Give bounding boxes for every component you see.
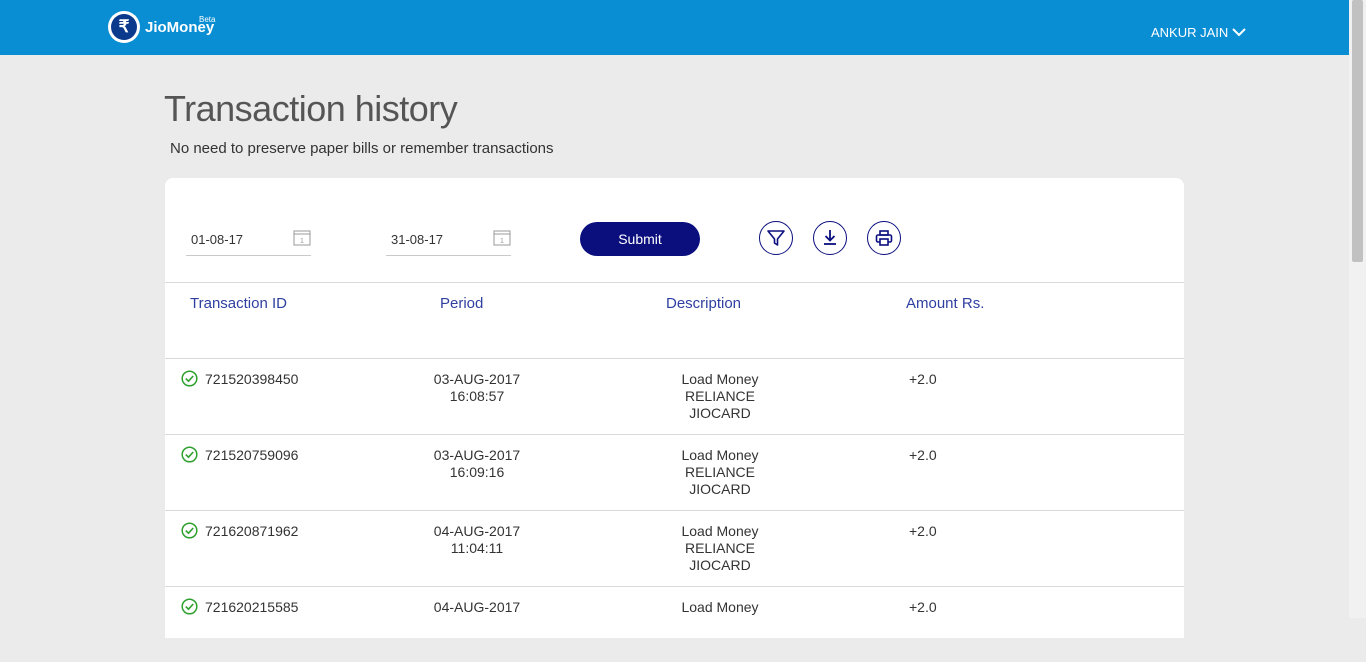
transaction-id: 721520398450 — [205, 371, 299, 387]
description-line: Load Money — [681, 447, 759, 463]
description-line: Load Money — [681, 523, 759, 539]
transaction-date: 03-AUG-2017 — [433, 447, 521, 463]
transaction-time: 16:09:16 — [449, 464, 505, 480]
transaction-description: Load Money RELIANCE JIOCARD — [665, 447, 775, 498]
transaction-date: 03-AUG-2017 — [433, 371, 521, 387]
success-check-icon — [181, 598, 198, 615]
chevron-down-icon — [1232, 28, 1247, 37]
transaction-period: 04-AUG-2017 — [417, 599, 537, 616]
scrollbar-thumb[interactable] — [1352, 0, 1363, 262]
transaction-id: 721620215585 — [205, 599, 299, 615]
description-line: JIOCARD — [689, 405, 751, 421]
column-header-description[interactable]: Description — [666, 295, 741, 312]
print-icon — [875, 230, 893, 246]
from-date-field[interactable]: 01-08-17 1 — [186, 222, 311, 256]
calendar-icon[interactable]: 1 — [293, 229, 311, 246]
transaction-amount: +2.0 — [909, 523, 937, 539]
user-name: ANKUR JAIN — [1151, 25, 1229, 40]
transaction-amount: +2.0 — [909, 371, 937, 387]
transaction-period: 04-AUG-2017 11:04:11 — [417, 523, 537, 557]
description-line: JIOCARD — [689, 557, 751, 573]
page-title: Transaction history — [164, 88, 458, 129]
transaction-date: 04-AUG-2017 — [433, 599, 521, 615]
submit-button[interactable]: Submit — [580, 222, 700, 256]
to-date-field[interactable]: 31-08-17 1 — [386, 222, 511, 256]
column-header-period[interactable]: Period — [440, 295, 483, 312]
beta-label: Beta — [199, 15, 216, 24]
from-date-value: 01-08-17 — [191, 232, 244, 247]
table-row[interactable]: 721520398450 03-AUG-2017 16:08:57 Load M… — [165, 359, 1184, 434]
to-date-value: 31-08-17 — [391, 232, 444, 247]
transaction-period: 03-AUG-2017 16:09:16 — [417, 447, 537, 481]
success-check-icon — [181, 446, 198, 463]
transaction-id: 721520759096 — [205, 447, 299, 463]
transaction-description: Load Money RELIANCE JIOCARD — [665, 371, 775, 422]
description-line: Load Money — [681, 599, 759, 615]
transaction-date: 04-AUG-2017 — [433, 523, 521, 539]
success-check-icon — [181, 522, 198, 539]
table-row[interactable]: 721620215585 04-AUG-2017 Load Money +2.0 — [165, 587, 1184, 662]
header-divider — [165, 282, 1184, 283]
description-line: RELIANCE — [684, 540, 756, 556]
table-row[interactable]: 721620871962 04-AUG-2017 11:04:11 Load M… — [165, 511, 1184, 586]
calendar-icon[interactable]: 1 — [493, 229, 511, 246]
transaction-id: 721620871962 — [205, 523, 299, 539]
print-button[interactable] — [867, 221, 901, 255]
description-line: RELIANCE — [684, 464, 756, 480]
success-check-icon — [181, 370, 198, 387]
rupee-logo-icon: ₹ — [108, 11, 140, 43]
download-icon — [824, 230, 836, 245]
transaction-card: 01-08-17 1 31-08-17 1 Submit Transaction… — [165, 178, 1184, 638]
transaction-amount: +2.0 — [909, 599, 937, 615]
transaction-time: 16:08:57 — [449, 388, 505, 404]
transaction-period: 03-AUG-2017 16:08:57 — [417, 371, 537, 405]
description-line: RELIANCE — [684, 388, 756, 404]
svg-text:1: 1 — [500, 238, 504, 245]
download-button[interactable] — [813, 221, 847, 255]
user-menu[interactable]: ANKUR JAIN — [1151, 25, 1247, 40]
transaction-description: Load Money — [665, 599, 775, 616]
column-header-amount[interactable]: Amount Rs. — [906, 295, 984, 312]
transaction-time: 11:04:11 — [450, 540, 504, 556]
svg-text:1: 1 — [300, 238, 304, 245]
rupee-symbol: ₹ — [111, 14, 137, 40]
description-line: JIOCARD — [689, 481, 751, 497]
description-line: Load Money — [681, 371, 759, 387]
table-row[interactable]: 721520759096 03-AUG-2017 16:09:16 Load M… — [165, 435, 1184, 510]
filter-icon — [767, 230, 785, 246]
filter-button[interactable] — [759, 221, 793, 255]
transaction-amount: +2.0 — [909, 447, 937, 463]
top-navigation-bar: ₹ JioMoney Beta ANKUR JAIN — [0, 0, 1349, 55]
transaction-description: Load Money RELIANCE JIOCARD — [665, 523, 775, 574]
page-subtitle: No need to preserve paper bills or remem… — [170, 140, 554, 157]
column-header-transaction-id[interactable]: Transaction ID — [190, 295, 287, 312]
